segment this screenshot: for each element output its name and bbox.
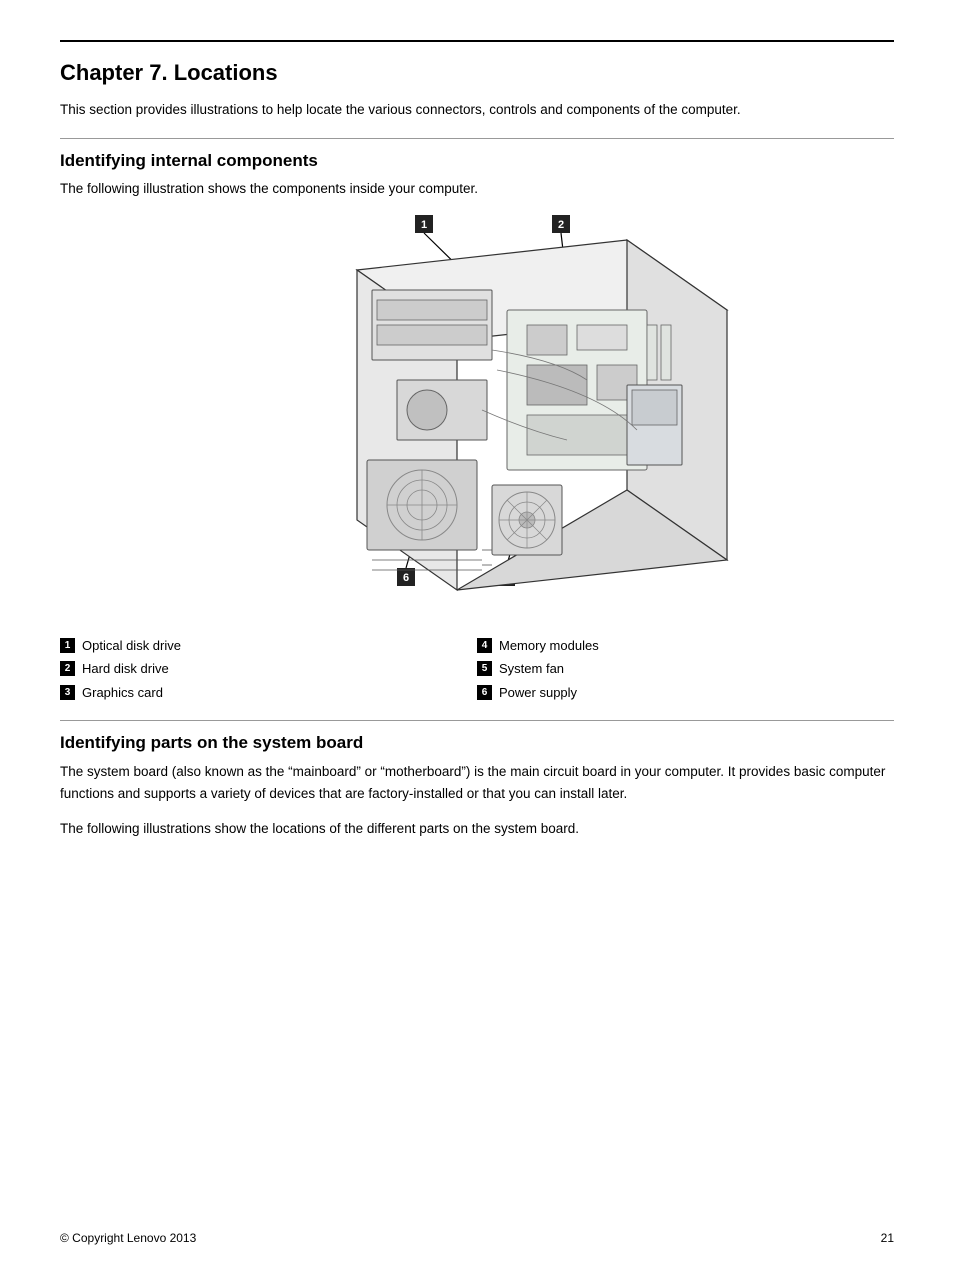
section2-desc2: The following illustrations show the loc…	[60, 818, 894, 840]
legend-item-6: 6 Power supply	[477, 683, 894, 703]
legend-label-2: Hard disk drive	[82, 659, 169, 679]
legend-label-6: Power supply	[499, 683, 577, 703]
section2-divider	[60, 720, 894, 721]
section1-desc: The following illustration shows the com…	[60, 179, 894, 199]
badge-5: 5	[477, 661, 492, 676]
legend-label-5: System fan	[499, 659, 564, 679]
legend-label-4: Memory modules	[499, 636, 599, 656]
badge-1: 1	[60, 638, 75, 653]
badge-2: 2	[60, 661, 75, 676]
badge-3: 3	[60, 685, 75, 700]
badge-4: 4	[477, 638, 492, 653]
legend-item-4: 4 Memory modules	[477, 636, 894, 656]
internal-components-diagram: 1 2 3 4 5	[197, 210, 757, 620]
copyright-text: © Copyright Lenovo 2013	[60, 1231, 196, 1245]
content-area: Chapter 7. Locations This section provid…	[0, 60, 954, 840]
top-rule	[60, 40, 894, 42]
footer: © Copyright Lenovo 2013 21	[60, 1231, 894, 1245]
legend-item-5: 5 System fan	[477, 659, 894, 679]
chapter-title: Chapter 7. Locations	[60, 60, 894, 86]
section1-divider	[60, 138, 894, 139]
svg-text:6: 6	[403, 572, 409, 584]
legend-item-3: 3 Graphics card	[60, 683, 477, 703]
intro-text: This section provides illustrations to h…	[60, 100, 894, 120]
section1-title: Identifying internal components	[60, 151, 894, 171]
legend-label-3: Graphics card	[82, 683, 163, 703]
page: Chapter 7. Locations This section provid…	[0, 40, 954, 1275]
components-legend: 1 Optical disk drive 2 Hard disk drive 3…	[60, 636, 894, 703]
legend-item-1: 1 Optical disk drive	[60, 636, 477, 656]
svg-text:1: 1	[421, 219, 427, 231]
legend-label-1: Optical disk drive	[82, 636, 181, 656]
diagram-area: 1 2 3 4 5	[60, 210, 894, 620]
badge-6: 6	[477, 685, 492, 700]
section2-title: Identifying parts on the system board	[60, 733, 894, 753]
svg-text:2: 2	[558, 219, 564, 231]
section2-desc: The system board (also known as the “mai…	[60, 761, 894, 804]
legend-item-2: 2 Hard disk drive	[60, 659, 477, 679]
page-number: 21	[881, 1231, 894, 1245]
legend-col-right: 4 Memory modules 5 System fan 6 Power su…	[477, 636, 894, 703]
legend-col-left: 1 Optical disk drive 2 Hard disk drive 3…	[60, 636, 477, 703]
